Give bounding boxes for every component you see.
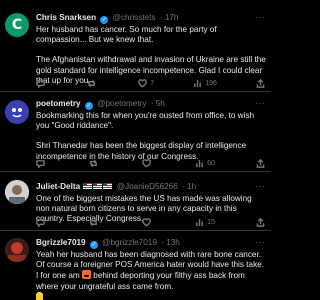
views-button[interactable]: 196 — [193, 79, 217, 88]
timestamp[interactable]: · 17h — [160, 13, 179, 22]
user-photo-icon — [5, 180, 29, 204]
retweet-button[interactable] — [87, 79, 99, 88]
user-handle[interactable]: @bgrizzle7019 — [102, 238, 157, 247]
heart-icon — [142, 217, 151, 226]
retweet-icon — [90, 159, 97, 167]
heart-icon — [138, 78, 148, 87]
views-icon — [196, 218, 204, 226]
more-options-icon[interactable]: ··· — [256, 12, 266, 24]
reply-icon — [36, 159, 45, 168]
timestamp[interactable]: · 13h — [161, 238, 180, 247]
user-handle[interactable]: @chrisstets — [113, 13, 156, 22]
avatar[interactable]: C — [5, 13, 29, 37]
tweet-text: Bookmarking this for when you're ousted … — [36, 111, 255, 161]
tweet[interactable]: poetometry ✓ @poetometry · 5h ··· Bookma… — [0, 92, 271, 172]
reply-button[interactable] — [36, 218, 48, 227]
share-button[interactable] — [256, 78, 265, 88]
tweet-actions: 15 — [36, 217, 265, 227]
retweet-button[interactable] — [89, 218, 101, 227]
reply-icon — [36, 79, 45, 88]
display-name[interactable]: Juliet-Delta — [36, 182, 80, 191]
tweet-header: Juliet-Delta @JoanieD56266 · 1h ··· — [36, 181, 267, 193]
display-name[interactable]: poetometry — [36, 99, 81, 108]
views-icon — [196, 159, 204, 167]
display-name[interactable]: Chris Snarksen — [36, 13, 96, 22]
timestamp[interactable]: · 1h — [182, 182, 196, 191]
tweet[interactable]: C Chris Snarksen ✓ @chrisstets · 17h ···… — [0, 0, 271, 92]
tweet-actions: 7 196 — [36, 78, 265, 88]
views-button[interactable]: 15 — [195, 218, 215, 227]
tweet-text: Yeah her husband has been diagnosed with… — [36, 250, 267, 300]
us-flag-icon — [93, 183, 103, 189]
views-icon — [194, 79, 202, 87]
like-button[interactable] — [142, 217, 154, 227]
avatar[interactable] — [5, 100, 29, 124]
avatar[interactable] — [5, 238, 29, 262]
user-photo-icon — [5, 238, 29, 262]
verified-badge-icon: ✓ — [89, 241, 98, 249]
more-options-icon[interactable]: ··· — [256, 98, 266, 110]
us-flag-icon — [103, 183, 113, 189]
tweet[interactable]: Bgrizzle7019 ✓ @bgrizzle7019 · 13h ··· Y… — [0, 231, 271, 300]
like-button[interactable] — [142, 158, 154, 168]
tweet-actions: 60 — [36, 158, 265, 168]
user-handle[interactable]: @poetometry — [97, 99, 146, 108]
reply-button[interactable] — [36, 159, 48, 168]
angry-face-emoji-icon — [81, 270, 91, 280]
more-options-icon[interactable]: ··· — [256, 237, 266, 249]
views-button[interactable]: 60 — [195, 159, 215, 168]
share-icon — [256, 217, 265, 227]
share-icon — [256, 158, 265, 168]
us-flag-icon — [83, 183, 93, 189]
tweet[interactable]: Juliet-Delta @JoanieD56266 · 1h ··· One … — [0, 172, 271, 231]
reply-button[interactable] — [36, 79, 48, 88]
reply-icon — [36, 218, 45, 227]
poetometry-logo-icon — [5, 100, 29, 124]
retweet-button[interactable] — [89, 159, 101, 168]
tweet-header: Chris Snarksen ✓ @chrisstets · 17h ··· — [36, 12, 267, 24]
more-options-icon[interactable]: ··· — [256, 181, 266, 193]
reply-feed: C Chris Snarksen ✓ @chrisstets · 17h ···… — [0, 0, 271, 300]
user-handle[interactable]: @JoanieD56266 — [117, 182, 178, 191]
avatar[interactable] — [5, 180, 29, 204]
retweet-icon — [90, 218, 97, 226]
share-button[interactable] — [256, 158, 265, 168]
like-button[interactable]: 7 — [138, 78, 154, 88]
display-name[interactable]: Bgrizzle7019 — [36, 238, 86, 247]
timestamp[interactable]: · 5h — [151, 99, 165, 108]
pointing-hand-emoji-icon — [36, 291, 43, 300]
share-icon — [256, 78, 265, 88]
verified-badge-icon: ✓ — [100, 16, 109, 24]
heart-icon — [142, 158, 151, 167]
tweet-header: poetometry ✓ @poetometry · 5h ··· — [36, 98, 267, 110]
retweet-icon — [88, 79, 96, 87]
tweet-header: Bgrizzle7019 ✓ @bgrizzle7019 · 13h ··· — [36, 237, 267, 249]
share-button[interactable] — [256, 217, 265, 227]
verified-badge-icon: ✓ — [84, 102, 93, 110]
tweet-text: Her husband has cancer. So much for the … — [36, 25, 266, 85]
